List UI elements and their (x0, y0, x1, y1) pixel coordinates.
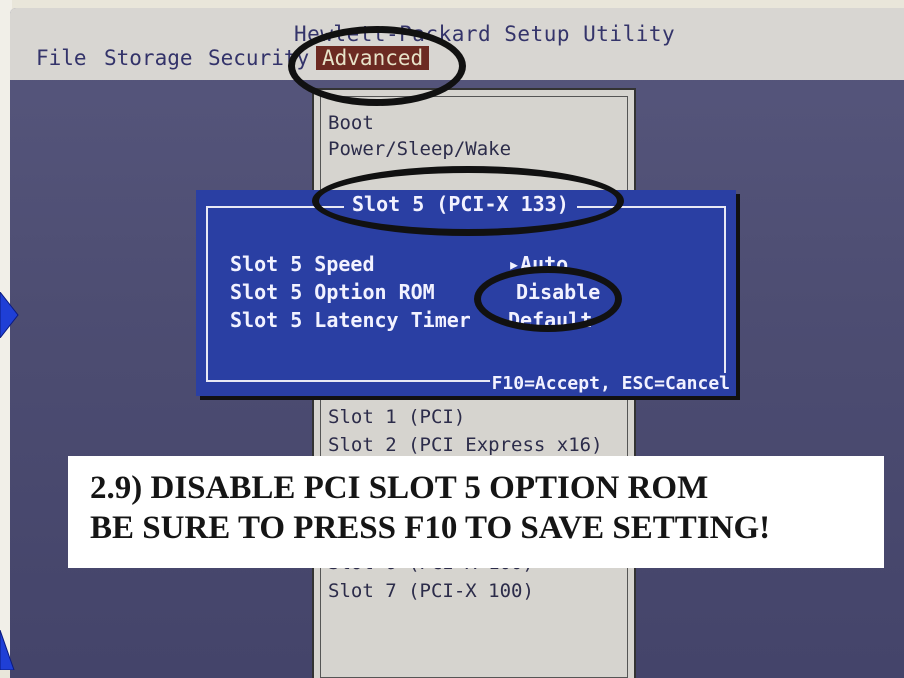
menu-file[interactable]: File (36, 46, 87, 70)
setting-label-speed: Slot 5 Speed (230, 252, 375, 276)
menu-item-power-sleep-wake[interactable]: Power/Sleep/Wake (328, 138, 511, 160)
callout-disable-ellipse (474, 266, 622, 332)
menu-item-boot[interactable]: Boot (328, 112, 374, 134)
nav-corner-arrow-icon[interactable] (0, 630, 16, 670)
instruction-line-2: BE SURE TO PRESS F10 TO SAVE SETTING! (90, 510, 771, 546)
instruction-banner: 2.9) DISABLE PCI SLOT 5 OPTION ROM BE SU… (68, 456, 884, 568)
callout-advanced-ellipse (288, 26, 466, 106)
menu-item-slot-1[interactable]: Slot 1 (PCI) (328, 406, 465, 428)
setting-label-latency-timer: Slot 5 Latency Timer (230, 308, 471, 332)
bios-screen: Hewlett-Packard Setup Utility File Stora… (10, 8, 904, 678)
instruction-line-1: 2.9) DISABLE PCI SLOT 5 OPTION ROM (90, 470, 709, 506)
setting-label-option-rom: Slot 5 Option ROM (230, 280, 435, 304)
dialog-footer-hint: F10=Accept, ESC=Cancel (489, 373, 732, 394)
menu-item-slot-2[interactable]: Slot 2 (PCI Express x16) (328, 434, 603, 456)
menu-storage[interactable]: Storage (104, 46, 193, 70)
nav-right-arrow-icon[interactable] (0, 292, 20, 338)
callout-slot5-title-ellipse (312, 166, 624, 236)
menu-item-slot-7[interactable]: Slot 7 (PCI-X 100) (328, 580, 534, 602)
